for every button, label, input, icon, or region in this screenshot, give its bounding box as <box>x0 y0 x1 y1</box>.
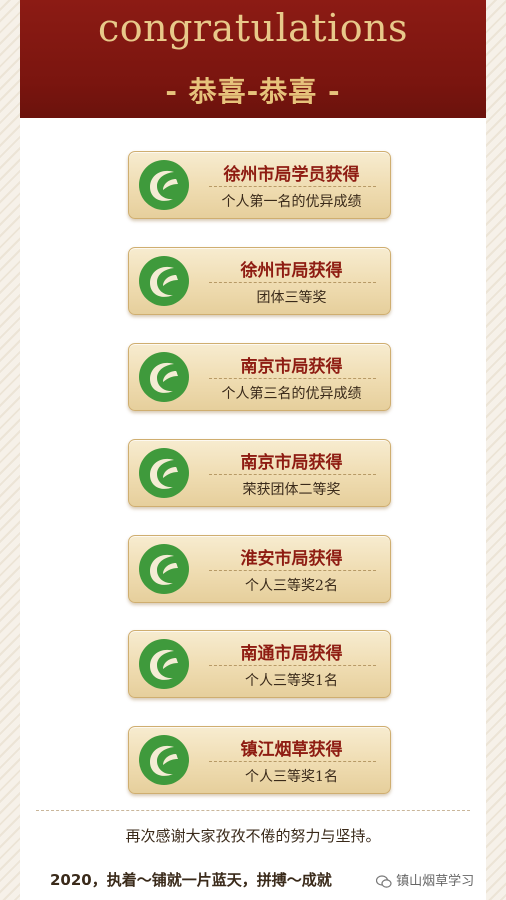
award-card: 南通市局获得 个人三等奖1名 <box>128 630 391 698</box>
left-border-pattern <box>0 0 20 900</box>
header-subtitle: - 恭喜-恭喜 - <box>165 75 341 108</box>
award-detail: 荣获团体二等奖 <box>242 482 341 498</box>
tobacco-leaf-c-logo-icon <box>139 160 189 210</box>
card-divider <box>209 282 376 283</box>
award-title: 徐州市局学员获得 <box>223 165 360 185</box>
tobacco-leaf-c-logo-icon <box>139 544 189 594</box>
award-title: 南京市局获得 <box>240 453 343 473</box>
award-title: 镇江烟草获得 <box>240 740 343 760</box>
tobacco-leaf-c-logo-icon <box>139 735 189 785</box>
award-card: 镇江烟草获得 个人三等奖1名 <box>128 726 391 794</box>
wechat-watermark: 镇山烟草学习 <box>372 870 479 892</box>
tobacco-leaf-c-logo-icon <box>139 256 189 306</box>
card-divider <box>209 378 376 379</box>
section-divider <box>36 810 470 811</box>
award-card: 南京市局获得 个人第三名的优异成绩 <box>128 343 391 411</box>
right-border-pattern <box>486 0 506 900</box>
card-divider <box>209 761 376 762</box>
award-card: 南京市局获得 荣获团体二等奖 <box>128 439 391 507</box>
closing-message: 再次感谢大家孜孜不倦的努力与坚持。 <box>125 827 381 845</box>
wechat-icon <box>376 874 392 888</box>
award-detail: 团体三等奖 <box>256 290 327 306</box>
card-divider <box>209 665 376 666</box>
award-detail: 个人三等奖1名 <box>245 673 338 689</box>
card-divider <box>209 474 376 475</box>
card-divider <box>209 186 376 187</box>
award-detail: 个人第一名的优异成绩 <box>221 194 362 210</box>
award-card: 徐州市局获得 团体三等奖 <box>128 247 391 315</box>
card-divider <box>209 570 376 571</box>
award-card: 徐州市局学员获得 个人第一名的优异成绩 <box>128 151 391 219</box>
award-card: 淮安市局获得 个人三等奖2名 <box>128 535 391 603</box>
tobacco-leaf-c-logo-icon <box>139 352 189 402</box>
tobacco-leaf-c-logo-icon <box>139 639 189 689</box>
award-detail: 个人第三名的优异成绩 <box>221 386 362 402</box>
closing-slogan: 2020，执着～铺就一片蓝天，拼搏～成就 <box>50 871 332 889</box>
award-title: 淮安市局获得 <box>240 549 343 569</box>
header-banner: congratulations - 恭喜-恭喜 - <box>20 0 486 118</box>
award-title: 南通市局获得 <box>240 644 343 664</box>
tobacco-leaf-c-logo-icon <box>139 448 189 498</box>
award-detail: 个人三等奖2名 <box>245 578 338 594</box>
award-title: 徐州市局获得 <box>240 261 343 281</box>
header-title: congratulations <box>97 6 409 50</box>
award-detail: 个人三等奖1名 <box>245 769 338 785</box>
award-title: 南京市局获得 <box>240 357 343 377</box>
watermark-text: 镇山烟草学习 <box>396 874 475 889</box>
